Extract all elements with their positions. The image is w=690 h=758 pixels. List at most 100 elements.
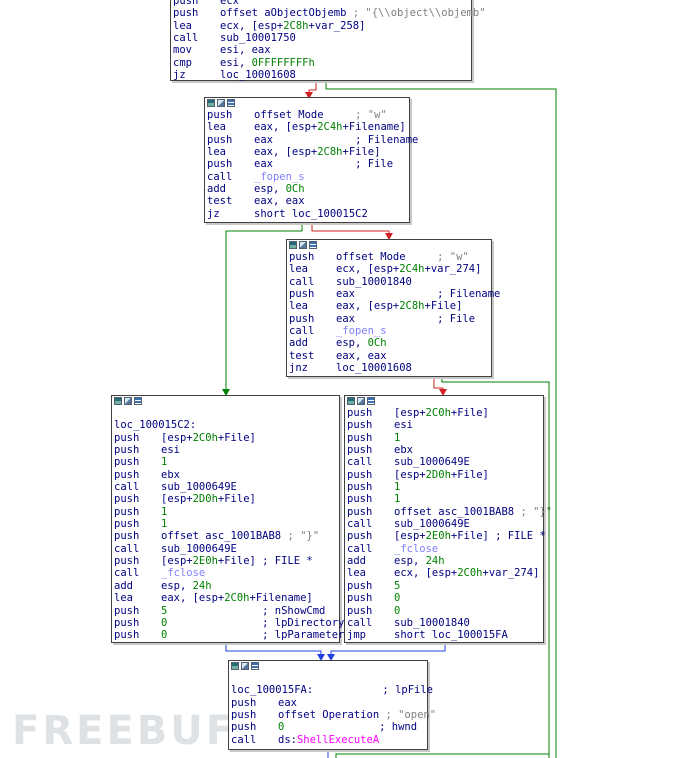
asm-operands[interactable]: sub_10001840 xyxy=(394,617,470,629)
asm-operands[interactable]: eax ; File xyxy=(336,313,475,325)
asm-mnemonic[interactable]: push xyxy=(114,605,139,617)
asm-line[interactable]: lea ecx, [esp+2C4h+var_274] xyxy=(287,263,491,275)
code-block-fopen-1[interactable]: push offset Mode ; "w" lea eax, [esp+2C4h+F… xyxy=(204,97,418,223)
block-header-icons[interactable] xyxy=(112,396,339,407)
code-label[interactable]: loc_100015FA: xyxy=(231,684,313,696)
asm-line[interactable]: push 0 ; lpDirectory xyxy=(112,617,344,629)
asm-mnemonic[interactable]: call xyxy=(289,325,314,337)
asm-line[interactable]: add esp, 24h xyxy=(345,555,543,567)
asm-mnemonic[interactable]: jz xyxy=(207,208,220,220)
asm-line[interactable]: loc_100015C2: xyxy=(112,419,339,431)
asm-operands[interactable]: eax, [esp+2C8h+File] xyxy=(254,146,380,158)
asm-operands[interactable]: loc_10001608 xyxy=(336,362,412,374)
graph-icon[interactable] xyxy=(289,241,297,249)
block-header-icons[interactable] xyxy=(287,240,491,251)
asm-mnemonic[interactable]: push xyxy=(114,493,139,505)
asm-operands[interactable]: esi, eax xyxy=(220,44,271,56)
asm-mnemonic[interactable]: push xyxy=(347,419,372,431)
asm-mnemonic[interactable]: call xyxy=(347,543,372,555)
asm-line[interactable] xyxy=(229,672,427,684)
asm-operands[interactable]: _fopen_s xyxy=(254,171,305,183)
asm-line[interactable]: lea eax, [esp+2C0h+Filename] xyxy=(112,592,339,604)
asm-mnemonic[interactable]: call xyxy=(347,617,372,629)
asm-mnemonic[interactable]: push xyxy=(347,506,372,518)
asm-operands[interactable]: eax, [esp+2C0h+Filename] xyxy=(161,592,313,604)
asm-operands[interactable]: esp, 0Ch xyxy=(336,337,387,349)
asm-mnemonic[interactable]: lea xyxy=(289,300,308,312)
import-ref[interactable]: ShellExecuteA xyxy=(297,734,379,746)
asm-line[interactable]: call sub_1000649E xyxy=(112,543,339,555)
asm-operands[interactable]: 1 xyxy=(394,493,400,505)
asm-mnemonic[interactable]: call xyxy=(207,171,232,183)
asm-operands[interactable]: 0 ; hwnd xyxy=(278,721,417,733)
asm-line[interactable]: push 1 xyxy=(112,506,339,518)
asm-line[interactable]: push 1 xyxy=(345,432,543,444)
asm-operands[interactable]: sub_1000649E xyxy=(161,543,237,555)
listing-icon[interactable] xyxy=(367,397,375,405)
graph-icon[interactable] xyxy=(231,662,239,670)
asm-mnemonic[interactable]: test xyxy=(289,350,314,362)
asm-operands[interactable]: 1 xyxy=(161,456,167,468)
asm-line[interactable]: push [esp+2C0h+File] xyxy=(112,432,339,444)
asm-mnemonic[interactable]: push xyxy=(173,0,198,7)
code-block-fopen-2[interactable]: push offset Mode ; "w" lea ecx, [esp+2C4h+v… xyxy=(286,239,500,377)
asm-line[interactable]: test eax, eax xyxy=(205,195,409,207)
asm-operands[interactable]: offset aObjectObjemb ; "{\\object\\objem… xyxy=(220,7,486,19)
asm-mnemonic[interactable]: push xyxy=(114,432,139,444)
asm-operands[interactable]: 1 xyxy=(161,518,167,530)
asm-line[interactable]: push ebx xyxy=(112,469,339,481)
asm-line[interactable]: push eax xyxy=(229,697,427,709)
asm-operands[interactable]: esp, 24h xyxy=(394,555,445,567)
asm-mnemonic[interactable]: push xyxy=(114,629,139,641)
asm-operands[interactable]: ebx xyxy=(161,469,180,481)
asm-operands[interactable]: eax, eax xyxy=(254,195,305,207)
asm-mnemonic[interactable]: push xyxy=(347,481,372,493)
asm-mnemonic[interactable]: push xyxy=(347,580,372,592)
asm-line[interactable]: call sub_1000649E xyxy=(345,518,543,530)
asm-mnemonic[interactable]: jnz xyxy=(289,362,308,374)
asm-line[interactable]: mov esi, eax xyxy=(171,44,471,56)
block-header-icons[interactable] xyxy=(205,98,409,109)
asm-mnemonic[interactable]: push xyxy=(114,617,139,629)
asm-line[interactable]: push 1 xyxy=(112,456,339,468)
asm-mnemonic[interactable]: push xyxy=(114,555,139,567)
asm-mnemonic[interactable]: push xyxy=(207,109,232,121)
asm-operands[interactable]: 0 ; lpParameters xyxy=(161,629,351,641)
asm-mnemonic[interactable]: push xyxy=(347,469,372,481)
asm-operands[interactable]: 0 ; lpDirectory xyxy=(161,617,344,629)
function-ref[interactable]: _fopen_s xyxy=(254,171,305,183)
graph-icon[interactable] xyxy=(114,397,122,405)
asm-mnemonic[interactable]: call xyxy=(114,567,139,579)
asm-line[interactable]: push eax ; Filename xyxy=(205,134,418,146)
asm-line[interactable]: push ecx xyxy=(171,0,471,7)
asm-operands[interactable]: sub_1000649E xyxy=(394,518,470,530)
asm-operands[interactable]: offset Mode ; "w" xyxy=(254,109,387,121)
asm-mnemonic[interactable]: add xyxy=(289,337,308,349)
asm-operands[interactable]: ecx, [esp+2C8h+var_258] xyxy=(220,20,365,32)
asm-line[interactable]: push esi xyxy=(112,444,339,456)
asm-mnemonic[interactable]: push xyxy=(207,158,232,170)
asm-mnemonic[interactable]: lea xyxy=(207,121,226,133)
code-label[interactable]: loc_100015C2: xyxy=(114,419,196,431)
asm-mnemonic[interactable]: push xyxy=(114,518,139,530)
asm-operands[interactable]: 0 xyxy=(394,605,400,617)
color-icon[interactable] xyxy=(299,241,307,249)
asm-mnemonic[interactable]: lea xyxy=(207,146,226,158)
asm-operands[interactable]: 1 xyxy=(394,432,400,444)
asm-operands[interactable]: ; lpFile xyxy=(313,684,433,696)
color-icon[interactable] xyxy=(124,397,132,405)
asm-mnemonic[interactable]: push xyxy=(114,530,139,542)
asm-operands[interactable]: ecx xyxy=(220,0,239,7)
asm-operands[interactable]: offset asc_1001BAB8 ; "}" xyxy=(394,506,552,518)
asm-line[interactable]: lea eax, [esp+2C8h+File] xyxy=(287,300,491,312)
function-ref[interactable]: _fopen_s xyxy=(336,325,387,337)
asm-operands[interactable]: loc_10001608 xyxy=(220,69,296,81)
asm-operands[interactable]: sub_10001750 xyxy=(220,32,296,44)
asm-mnemonic[interactable]: lea xyxy=(114,592,133,604)
asm-line[interactable]: jmp short loc_100015FA xyxy=(345,629,543,641)
asm-line[interactable]: call sub_1000649E xyxy=(112,481,339,493)
asm-mnemonic[interactable]: push xyxy=(289,251,314,263)
asm-mnemonic[interactable]: call xyxy=(347,456,372,468)
asm-mnemonic[interactable]: lea xyxy=(173,20,192,32)
asm-operands[interactable]: offset Mode ; "w" xyxy=(336,251,469,263)
